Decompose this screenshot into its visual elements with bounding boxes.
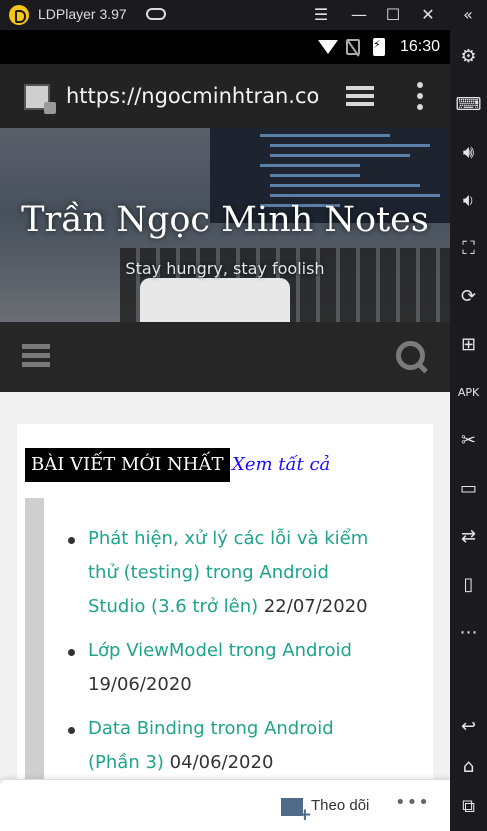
- page-content: BÀI VIẾT MỚI NHẤT Xem tất cả Phát hiện, …: [0, 392, 450, 831]
- add-window-icon[interactable]: ⊞: [450, 330, 487, 360]
- site-tagline: Stay hungry, stay foolish: [125, 259, 325, 278]
- shake-icon[interactable]: ▯: [450, 570, 487, 600]
- follow-button[interactable]: Theo dõi: [311, 797, 369, 814]
- double-chevron-left-icon[interactable]: «: [457, 4, 479, 26]
- widget-title: BÀI VIẾT MỚI NHẤT: [25, 448, 230, 482]
- record-video-icon[interactable]: ▭: [450, 474, 487, 504]
- gamepad-icon[interactable]: [146, 8, 166, 20]
- battery-charging-icon: [373, 38, 385, 56]
- follow-bar: Theo dõi •••: [0, 779, 450, 831]
- recent-apps-icon[interactable]: ⧉: [450, 792, 487, 822]
- apk-install-icon[interactable]: APK: [450, 378, 487, 408]
- list-item: Lớp ViewModel trong Android 19/06/2020: [68, 634, 388, 702]
- wifi-icon: [318, 40, 338, 54]
- site-nav: [0, 322, 450, 392]
- settings-icon[interactable]: ⚙: [450, 42, 487, 72]
- site-favicon-icon[interactable]: [24, 84, 56, 114]
- fullscreen-icon[interactable]: ⛶: [450, 234, 487, 264]
- volume-down-icon[interactable]: 🔉︎: [450, 186, 487, 216]
- rotate-icon[interactable]: ⟳: [450, 282, 487, 312]
- post-date: 22/07/2020: [263, 596, 368, 617]
- scissors-icon[interactable]: ✂: [450, 426, 487, 456]
- close-icon[interactable]: ✕: [417, 4, 439, 26]
- search-icon[interactable]: [396, 341, 428, 373]
- follow-reader-icon[interactable]: [281, 798, 312, 825]
- back-icon[interactable]: ↩: [450, 712, 487, 742]
- android-status-bar: 16:30: [0, 30, 450, 64]
- emulator-title-bar: LDPlayer 3.97 ☰ — ☐ ✕ «: [0, 0, 487, 30]
- post-link[interactable]: Lớp ViewModel trong Android: [88, 640, 352, 661]
- emulator-title: LDPlayer 3.97: [38, 6, 127, 22]
- post-list: Phát hiện, xử lý các lỗi và kiểm thử (te…: [68, 522, 388, 790]
- post-date: 04/06/2020: [169, 752, 274, 773]
- site-title[interactable]: Trần Ngọc Minh Notes: [0, 200, 450, 240]
- hamburger-menu-icon[interactable]: [22, 344, 50, 368]
- ldplayer-logo-icon: [9, 5, 29, 25]
- home-icon[interactable]: ⌂: [450, 752, 487, 782]
- view-all-link[interactable]: Xem tất cả: [232, 454, 330, 475]
- url-field[interactable]: https://ngocminhtran.com: [66, 84, 318, 108]
- site-header-image: Trần Ngọc Minh Notes Stay hungry, stay f…: [0, 128, 450, 322]
- widget-header: BÀI VIẾT MỚI NHẤT Xem tất cả: [25, 448, 330, 482]
- more-icon[interactable]: ⋯: [450, 618, 487, 648]
- keyboard-icon[interactable]: ⌨: [450, 90, 487, 120]
- maximize-icon[interactable]: ☐: [382, 4, 404, 26]
- tabs-icon[interactable]: [346, 86, 374, 108]
- sync-icon[interactable]: ⇄: [450, 522, 487, 552]
- overflow-menu-icon[interactable]: [414, 82, 426, 110]
- post-date: 19/06/2020: [88, 674, 192, 695]
- list-item: Data Binding trong Android (Phần 3) 04/0…: [68, 712, 388, 780]
- list-item: Phát hiện, xử lý các lỗi và kiểm thử (te…: [68, 522, 388, 624]
- volume-up-icon[interactable]: 🔊︎: [450, 138, 487, 168]
- emulator-side-toolbar: ⚙ ⌨ 🔊︎ 🔉︎ ⛶ ⟳ ⊞ APK ✂ ▭ ⇄ ▯ ⋯ ↩ ⌂ ⧉: [450, 30, 487, 831]
- menu-icon[interactable]: ☰: [310, 4, 332, 26]
- browser-toolbar: https://ngocminhtran.com: [0, 64, 450, 128]
- minimize-icon[interactable]: —: [348, 4, 370, 26]
- status-time: 16:30: [399, 38, 440, 55]
- no-sim-icon: [346, 39, 360, 55]
- more-options-icon[interactable]: •••: [395, 792, 430, 813]
- phone-image: [140, 278, 290, 322]
